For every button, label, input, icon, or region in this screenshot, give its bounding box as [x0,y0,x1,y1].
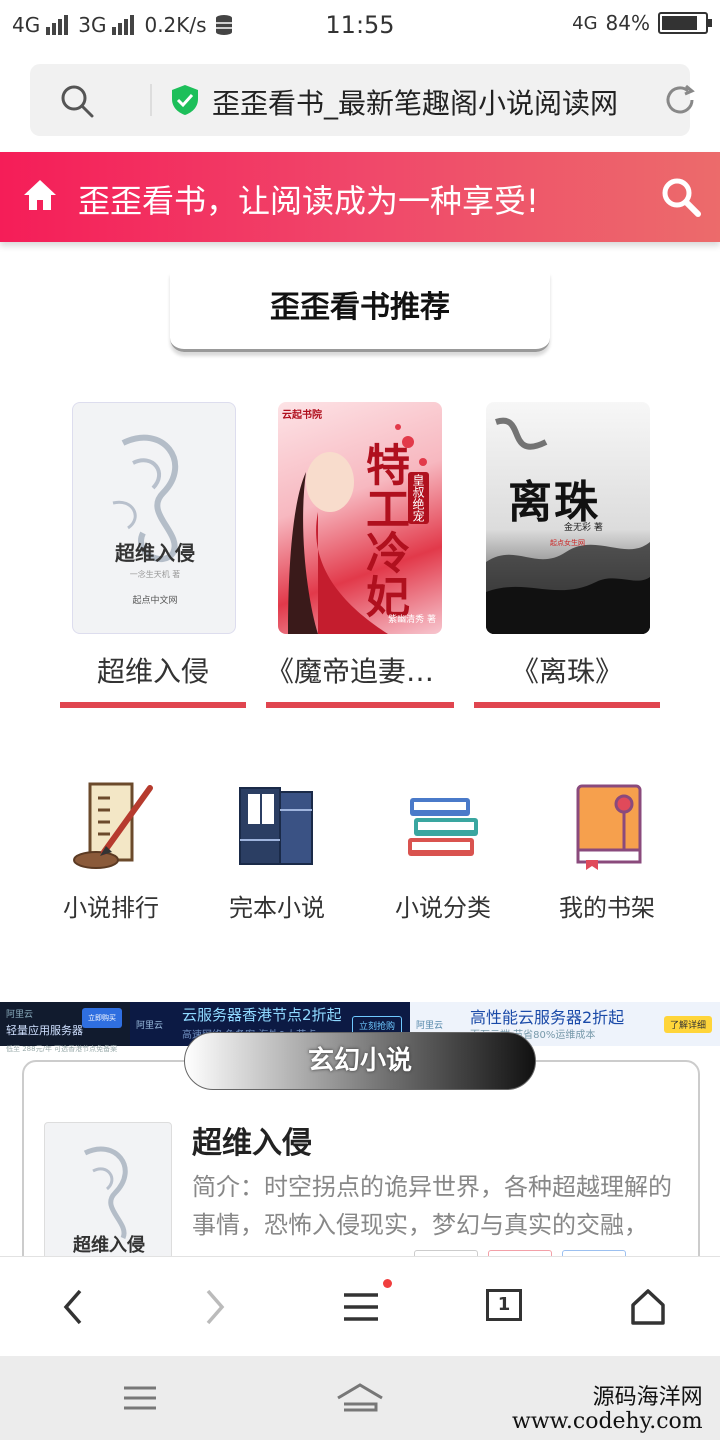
book-underline [474,702,660,708]
cover-author: 紫幽清秀 著 [388,615,436,625]
ad-title: 高性能云服务器2折起 [470,1008,625,1027]
notebook-icon[interactable] [562,780,652,870]
forward-icon[interactable] [200,1287,230,1327]
stack-books-icon[interactable] [398,780,488,870]
category-classify[interactable]: 小说分类 [378,780,508,923]
shield-check-icon [172,85,198,115]
cover-title: 超维入侵 [73,1235,145,1256]
category-label[interactable]: 小说分类 [378,888,508,923]
category-ranking[interactable]: 小说排行 [46,780,176,923]
book-name[interactable]: 超维入侵 [60,650,246,690]
book-cover[interactable]: 离珠 金无彩 著 起点女生网 [486,402,650,634]
cover-subtitle: 皇叔绝宠 [408,472,429,524]
recommend-title: 歪歪看书推荐 [170,272,550,352]
watermark: 源码海洋网 www.codehy.com [512,1385,703,1434]
category-label[interactable]: 我的书架 [542,888,672,923]
ad-item[interactable]: 阿里云 轻量应用服务器 低至 288元/年 可选香港节点免备案 立即购买 [0,1002,130,1053]
reload-icon[interactable] [662,82,698,118]
battery-icon [658,12,712,34]
ad-button[interactable]: 立即购买 [82,1008,122,1028]
scroll-brush-icon[interactable] [66,780,156,870]
home-icon[interactable] [630,1287,666,1327]
category-label[interactable]: 小说排行 [46,888,176,923]
cover-publisher: 起点女生网 [550,539,585,547]
featured-book-desc: 简介：时空拐点的诡异世界，各种超越理解的事情，恐怖入侵现实，梦幻与真实的交融， [192,1173,672,1239]
category-label[interactable]: 完本小说 [212,888,342,923]
featured-book-title[interactable]: 超维入侵 [192,1118,312,1162]
site-header: 歪歪看书，让阅读成为一种享受! [0,152,720,242]
ad-brand: 阿里云 [6,1010,34,1020]
battery-percent: 84% [605,11,650,35]
ad-button[interactable]: 了解详细 [663,1016,712,1033]
ad-brand: 阿里云 [136,1021,164,1031]
browser-toolbar: 1 [0,1256,720,1356]
cover-publisher: 起点中文网 [132,596,178,606]
notification-dot [383,1279,392,1288]
books-icon[interactable] [232,780,322,870]
menu-icon[interactable] [342,1287,380,1327]
fantasy-section-title[interactable]: 玄幻小说 [184,1032,536,1090]
back-icon[interactable] [58,1287,88,1327]
url-bar[interactable]: 歪歪看书_最新笔趣阁小说阅读网 [30,64,695,136]
network-type-right: 4G [572,12,598,34]
ad-brand: 阿里云 [416,1021,444,1031]
ad-subtitle: 低至 288元/年 可选香港节点免备案 [6,1045,118,1053]
book-cover[interactable]: 超维入侵 一念生天机 著 起点中文网 [72,402,236,634]
tab-count-button[interactable]: 1 [486,1289,522,1321]
book-cover[interactable]: 特工冷妃 皇叔绝宠 云起书院 紫幽清秀 著 [278,402,442,634]
search-icon[interactable] [660,176,702,218]
watermark-line2: www.codehy.com [512,1409,703,1434]
menu-icon[interactable] [122,1382,158,1414]
ad-title: 云服务器香港节点2折起 [182,1006,342,1024]
book-name[interactable]: 《离珠》 [474,650,660,690]
status-bar: 4G 3G 0.2K/s 11:55 4G 84% [0,0,720,52]
book-underline [266,702,454,708]
home-icon[interactable] [22,178,58,212]
url-divider [150,84,152,116]
watermark-line1: 源码海洋网 [592,1385,703,1410]
book-name[interactable]: 《魔帝追妻：特工冷妃》 [266,650,452,690]
ad-title: 轻量应用服务器 [6,1024,83,1037]
site-slogan: 歪歪看书，让阅读成为一种享受! [78,182,539,220]
cover-author: 金无彩 著 [564,523,603,533]
cover-author: 一念生天机 著 [129,570,181,579]
search-icon[interactable] [60,84,94,118]
category-bookshelf[interactable]: 我的书架 [542,780,672,923]
cover-logo: 云起书院 [282,410,322,421]
cover-title: 超维入侵 [115,541,195,565]
cover-title: 特工冷妃 [358,442,409,618]
book-underline [60,702,246,708]
home-icon[interactable] [334,1382,386,1414]
category-finished[interactable]: 完本小说 [212,780,342,923]
page-title-url[interactable]: 歪歪看书_最新笔趣阁小说阅读网 [212,82,632,122]
